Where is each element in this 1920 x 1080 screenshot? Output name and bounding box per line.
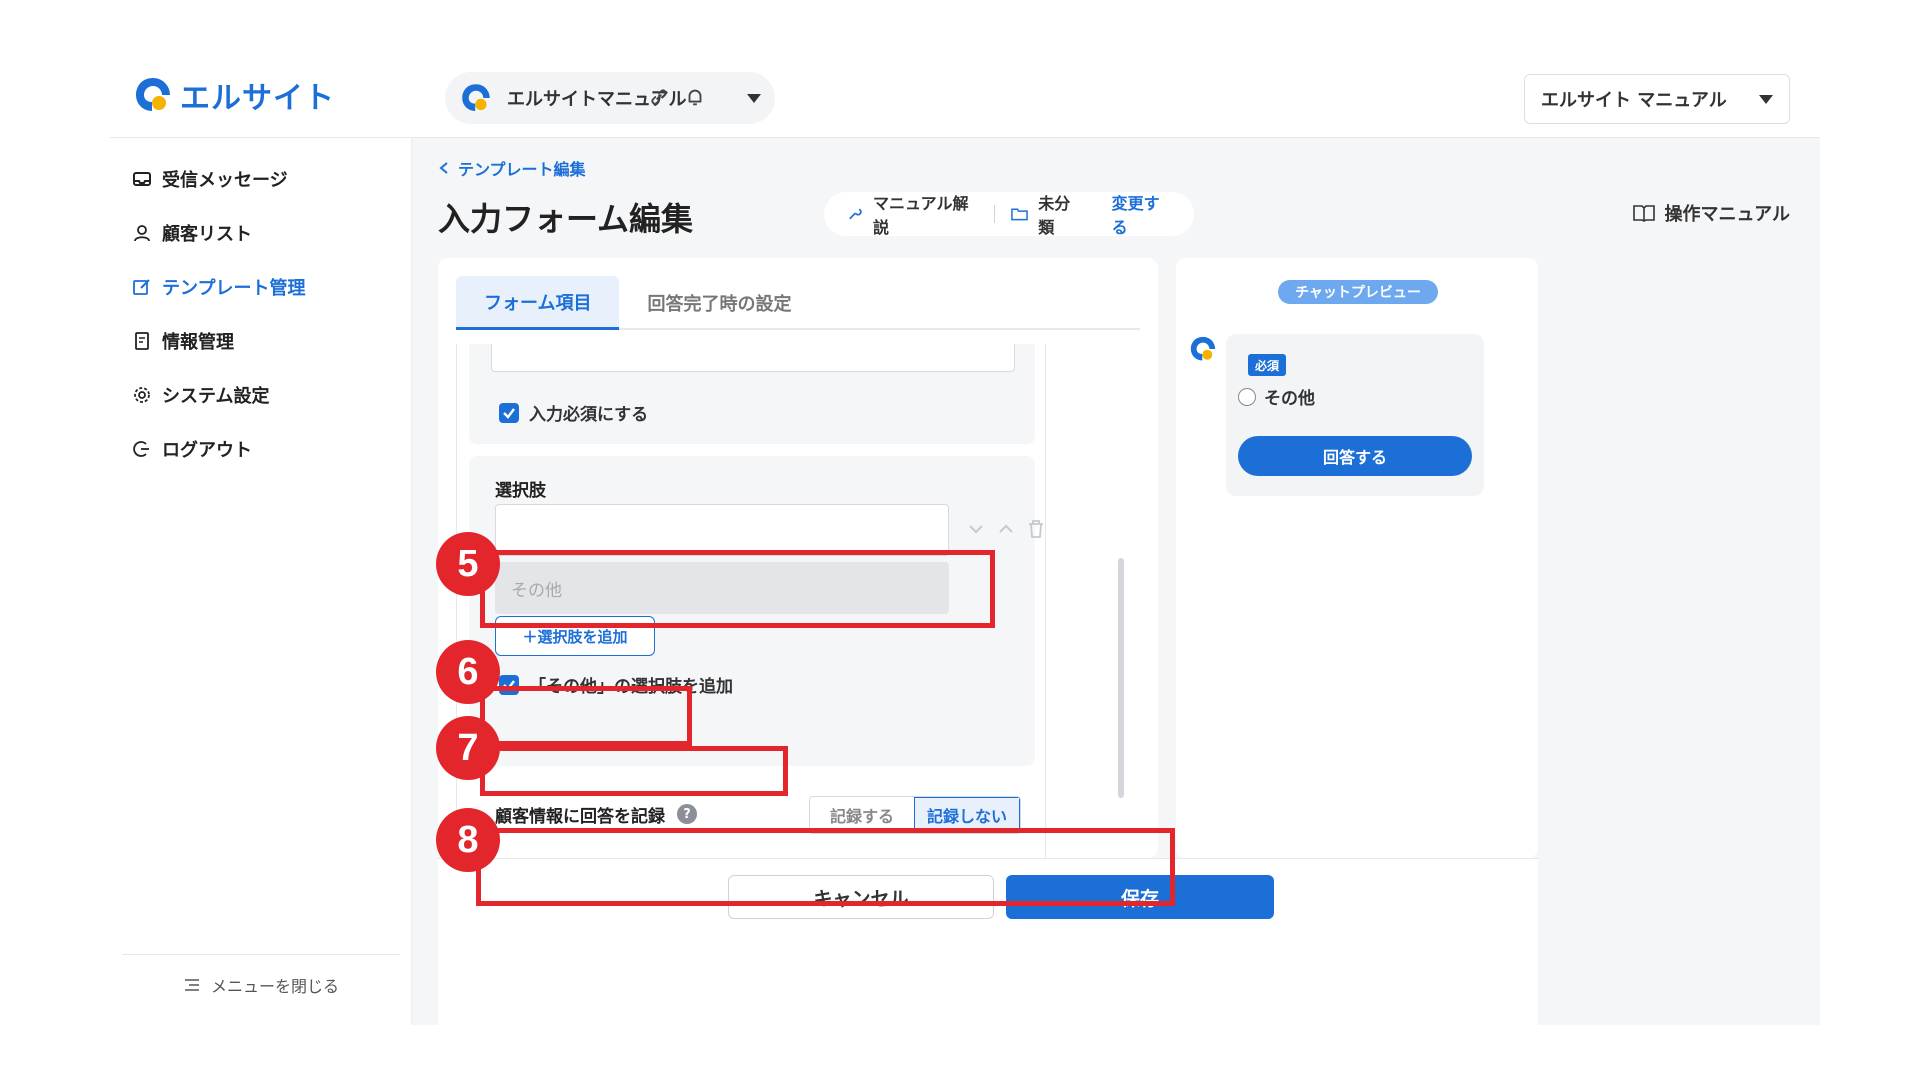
add-other-checkbox[interactable] bbox=[499, 674, 519, 695]
sidebar-item-label: テンプレート管理 bbox=[162, 278, 306, 299]
user-icon bbox=[134, 225, 150, 242]
preview-radio-option[interactable]: その他 bbox=[1238, 384, 1315, 409]
close-menu-label: メニューを閉じる bbox=[210, 976, 339, 996]
sidebar-item-label: ログアウト bbox=[162, 440, 252, 461]
save-button[interactable]: 保存 bbox=[1006, 875, 1274, 919]
sidebar: 受信メッセージ 顧客リスト テンプレート管理 情報管理 システム設定 ログアウト… bbox=[110, 138, 412, 1025]
sidebar-item-label: 顧客リスト bbox=[162, 224, 252, 245]
preview-radio-label: その他 bbox=[1264, 389, 1315, 409]
help-icon[interactable]: ? bbox=[677, 804, 697, 824]
sidebar-item-logout[interactable]: ログアウト bbox=[132, 434, 252, 464]
record-toggle: 記録する 記録しない bbox=[809, 796, 1021, 834]
check-icon bbox=[503, 407, 515, 419]
chevron-down-icon bbox=[1759, 94, 1773, 104]
chevron-down-icon bbox=[747, 93, 761, 103]
wrench-icon bbox=[849, 208, 862, 220]
sidebar-item-inbox[interactable]: 受信メッセージ bbox=[132, 164, 288, 194]
record-answer-label: 顧客情報に回答を記録 bbox=[495, 806, 665, 827]
chevron-up-icon[interactable] bbox=[995, 518, 1017, 540]
breadcrumb-label: テンプレート編集 bbox=[458, 160, 586, 179]
required-checkbox-row[interactable]: 入力必須にする bbox=[499, 400, 648, 425]
add-option-button[interactable]: ＋選択肢を追加 bbox=[495, 616, 655, 656]
divider bbox=[994, 205, 996, 223]
step-badge-7: 7 bbox=[436, 716, 500, 780]
app-window: エルサイト エルサイトマニュアル エルサイト マニュアル 受信メッセージ 顧客リ… bbox=[110, 50, 1820, 1025]
account-switcher[interactable]: エルサイトマニュアル bbox=[445, 72, 775, 124]
check-icon bbox=[503, 679, 515, 691]
radio-button[interactable] bbox=[1238, 387, 1256, 406]
close-menu-button[interactable]: メニューを閉じる bbox=[122, 954, 400, 1014]
operation-manual-link[interactable]: 操作マニュアル bbox=[1632, 200, 1790, 226]
record-no-option[interactable]: 記録しない bbox=[914, 797, 1020, 833]
question-textarea[interactable] bbox=[491, 344, 1015, 372]
edit-icon bbox=[133, 279, 150, 295]
change-folder-link[interactable]: 変更する bbox=[1112, 190, 1172, 238]
page-title: 入力フォーム編集 bbox=[438, 200, 694, 238]
user-menu[interactable]: エルサイト マニュアル bbox=[1524, 74, 1790, 124]
other-option-field: その他 bbox=[495, 562, 949, 614]
tab-form-items[interactable]: フォーム項目 bbox=[456, 276, 620, 330]
breadcrumb[interactable]: テンプレート編集 bbox=[438, 156, 586, 180]
sidebar-item-label: システム設定 bbox=[162, 386, 270, 407]
preview-answer-button[interactable]: 回答する bbox=[1238, 436, 1472, 476]
account-logo-icon bbox=[462, 84, 490, 111]
chevron-down-icon[interactable] bbox=[965, 518, 987, 540]
document-icon bbox=[135, 332, 149, 350]
inbox-icon bbox=[133, 172, 151, 186]
tab-completion-settings[interactable]: 回答完了時の設定 bbox=[619, 276, 819, 330]
options-section: 選択肢 その他 ＋選択肢を追加 「その他」の選択肢を追加 bbox=[469, 456, 1043, 766]
operation-manual-label: 操作マニュアル bbox=[1664, 204, 1790, 225]
user-menu-label: エルサイト マニュアル bbox=[1541, 90, 1727, 111]
step-badge-6: 6 bbox=[436, 640, 500, 704]
folder-label: 未分類 bbox=[1038, 194, 1071, 237]
tab-bar: フォーム項目 回答完了時の設定 bbox=[456, 276, 1140, 330]
gear-icon bbox=[134, 387, 150, 403]
add-other-checkbox-row[interactable]: 「その他」の選択肢を追加 bbox=[499, 672, 733, 697]
logo-text: エルサイト bbox=[180, 81, 335, 116]
required-checkbox[interactable] bbox=[499, 402, 519, 423]
sidebar-item-label: 受信メッセージ bbox=[162, 170, 288, 191]
avatar bbox=[1190, 336, 1216, 361]
required-badge: 必須 bbox=[1248, 354, 1286, 376]
book-icon bbox=[1632, 205, 1655, 222]
chevron-left-icon bbox=[439, 162, 448, 174]
logo-mark-icon bbox=[136, 78, 170, 111]
add-other-label: 「その他」の選択肢を追加 bbox=[529, 677, 733, 697]
scrollbar[interactable] bbox=[1118, 558, 1124, 798]
logo[interactable]: エルサイト bbox=[132, 74, 335, 116]
step-badge-8: 8 bbox=[436, 808, 500, 872]
form-editor-card: フォーム項目 回答完了時の設定 入力必須にする 選択肢 その他 ＋選択肢を追加 … bbox=[438, 258, 1158, 858]
chat-preview-card: チャットプレビュー 必須 その他 回答する bbox=[1176, 258, 1538, 858]
chat-preview-badge: チャットプレビュー bbox=[1278, 280, 1438, 304]
folder-icon bbox=[1011, 208, 1029, 221]
record-answer-row: 顧客情報に回答を記録 ? 記録する 記録しない bbox=[469, 784, 1035, 844]
top-header: エルサイト エルサイトマニュアル エルサイト マニュアル bbox=[110, 50, 1820, 138]
required-label: 入力必須にする bbox=[529, 405, 649, 425]
sidebar-item-info[interactable]: 情報管理 bbox=[132, 326, 234, 356]
textarea-section: 入力必須にする bbox=[469, 344, 1035, 444]
template-meta: マニュアル解説 未分類 変更する bbox=[824, 190, 1194, 238]
record-yes-option[interactable]: 記録する bbox=[810, 797, 914, 833]
manual-commentary-link[interactable]: マニュアル解説 bbox=[873, 190, 978, 238]
sidebar-item-system-settings[interactable]: システム設定 bbox=[132, 380, 269, 410]
options-label: 選択肢 bbox=[495, 481, 546, 501]
preview-message-bubble: 必須 その他 回答する bbox=[1226, 334, 1484, 496]
link-icon[interactable] bbox=[648, 86, 670, 108]
main-content: テンプレート編集 入力フォーム編集 マニュアル解説 未分類 変更する 操作マニュ… bbox=[412, 138, 1820, 1025]
logout-icon bbox=[133, 441, 149, 457]
menu-collapse-icon bbox=[184, 978, 199, 991]
sidebar-item-templates[interactable]: テンプレート管理 bbox=[132, 272, 305, 302]
form-scroll-area: 入力必須にする 選択肢 その他 ＋選択肢を追加 「その他」の選択肢を追加 顧客情… bbox=[456, 344, 1046, 858]
cancel-button[interactable]: キャンセル bbox=[728, 875, 994, 919]
option-input[interactable] bbox=[495, 504, 949, 556]
sidebar-item-customers[interactable]: 顧客リスト bbox=[132, 218, 252, 248]
footer-action-bar: キャンセル 保存 bbox=[438, 858, 1538, 1025]
bell-icon[interactable] bbox=[684, 86, 706, 108]
trash-icon[interactable] bbox=[1025, 518, 1047, 540]
sidebar-item-label: 情報管理 bbox=[162, 332, 234, 353]
step-badge-5: 5 bbox=[436, 532, 500, 596]
